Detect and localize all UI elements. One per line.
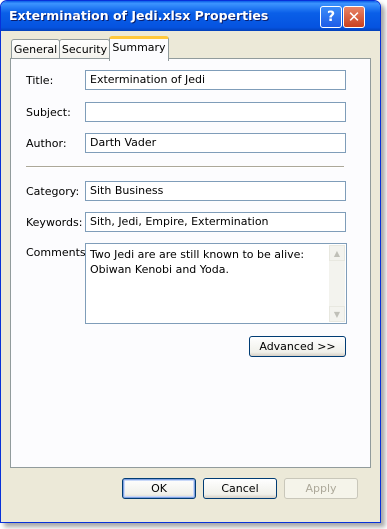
- apply-button[interactable]: Apply: [284, 478, 358, 499]
- tab-security[interactable]: Security: [59, 39, 110, 60]
- separator: [26, 166, 344, 168]
- author-label: Author:: [26, 137, 67, 150]
- comments-text: Two Jedi are are still known to be alive…: [90, 248, 305, 276]
- tab-summary-label: Summary: [112, 41, 166, 54]
- window-title: Extermination of Jedi.xlsx Properties: [9, 8, 269, 23]
- category-label: Category:: [26, 185, 80, 198]
- ok-button[interactable]: OK: [122, 478, 196, 499]
- scroll-up-icon[interactable]: ▲: [329, 245, 345, 261]
- title-bar[interactable]: Extermination of Jedi.xlsx Properties ? …: [1, 1, 380, 31]
- close-button[interactable]: ✕: [343, 6, 365, 28]
- properties-dialog: Extermination of Jedi.xlsx Properties ? …: [0, 0, 381, 523]
- keywords-label: Keywords:: [26, 216, 83, 229]
- category-field[interactable]: Sith Business: [85, 181, 346, 201]
- scroll-down-icon[interactable]: ▼: [329, 306, 345, 322]
- summary-panel: Title: Extermination of Jedi Subject: Au…: [10, 58, 371, 468]
- help-button[interactable]: ?: [320, 6, 342, 28]
- keywords-field[interactable]: Sith, Jedi, Empire, Extermination: [85, 212, 346, 232]
- tab-general[interactable]: General: [11, 39, 60, 60]
- comments-textarea[interactable]: Two Jedi are are still known to be alive…: [85, 243, 347, 324]
- tab-general-label: General: [13, 43, 58, 56]
- title-label: Title:: [26, 74, 54, 87]
- tab-security-label: Security: [61, 43, 108, 56]
- comments-scrollbar[interactable]: ▲ ▼: [329, 245, 345, 322]
- cancel-button[interactable]: Cancel: [203, 478, 277, 499]
- comments-label: Comments:: [26, 246, 90, 259]
- advanced-button[interactable]: Advanced >>: [249, 336, 346, 357]
- subject-field[interactable]: [85, 102, 346, 122]
- subject-label: Subject:: [26, 106, 71, 119]
- tab-summary[interactable]: Summary: [109, 36, 169, 61]
- title-field[interactable]: Extermination of Jedi: [85, 70, 346, 90]
- author-field[interactable]: Darth Vader: [85, 133, 346, 153]
